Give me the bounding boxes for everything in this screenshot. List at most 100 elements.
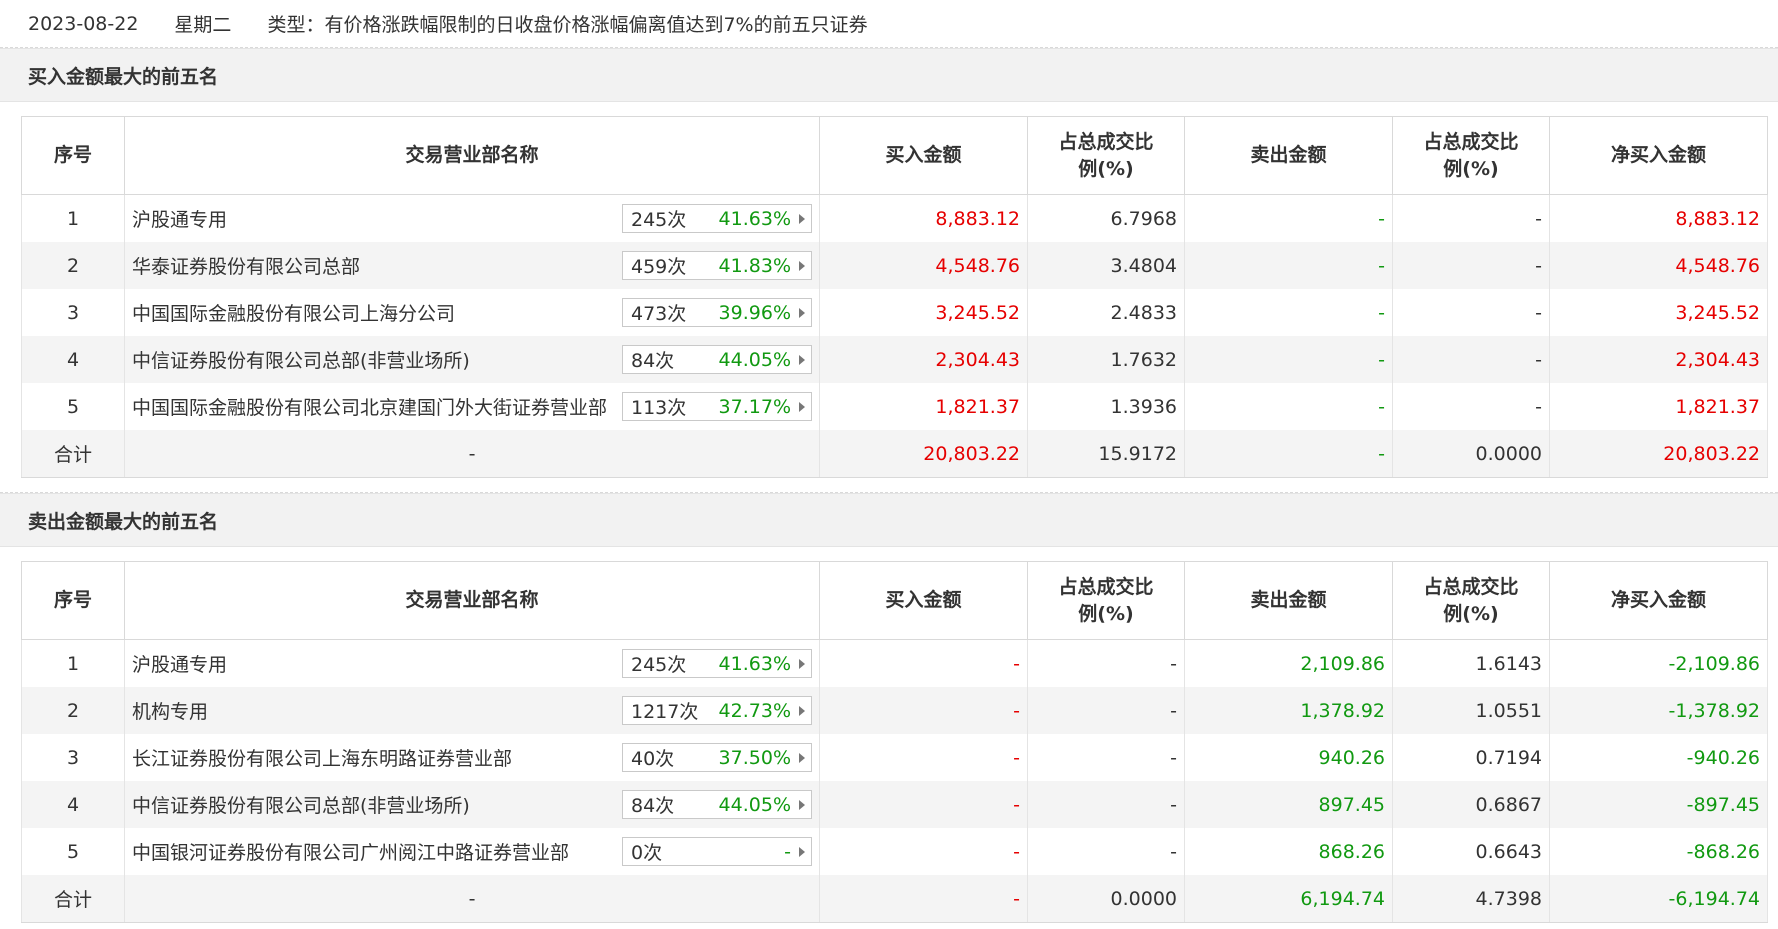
total-sell-cell: - (1184, 430, 1393, 478)
sell-ratio-cell: - (1392, 242, 1550, 289)
col-buy-pct: 占总成交比 例(%) (1027, 116, 1185, 195)
total-label-cell: 合计 (21, 875, 125, 923)
broker-name-wrap: 沪股通专用 245次 41.63% (132, 204, 812, 233)
table-row: 5 中国银河证券股份有限公司广州阅江中路证券营业部 0次 - - -868.26 0.664… (21, 828, 1768, 875)
net-amount-cell: 2,304.43 (1549, 336, 1768, 383)
sell-ratio-cell: 0.7194 (1392, 734, 1550, 781)
buy-ratio-cell: 2.4833 (1027, 289, 1185, 336)
broker-name-cell: 中信证券股份有限公司总部(非营业场所) 84次 44.05% (124, 781, 820, 828)
buy-ratio-cell: - (1027, 734, 1185, 781)
broker-name-wrap: 机构专用 1217次 42.73% (132, 696, 812, 725)
broker-stats-badge[interactable]: 459次 41.83% (622, 251, 812, 280)
buy-table-body: 1 沪股通专用 245次 41.63% 8,883.12 6.7968- -8,883.12… (21, 194, 1768, 478)
table-row: 3 长江证券股份有限公司上海东明路证券营业部 40次 37.50% - -940.26 0.… (21, 734, 1768, 781)
trade-weekday: 星期二 (174, 14, 232, 36)
net-amount-cell: -2,109.86 (1549, 639, 1768, 687)
listing-count: 1217次 (631, 701, 699, 723)
broker-name-link[interactable]: 沪股通专用 (132, 205, 227, 232)
broker-stats-badge[interactable]: 1217次 42.73% (622, 696, 812, 725)
broker-name-link[interactable]: 中信证券股份有限公司总部(非营业场所) (132, 791, 470, 818)
caret-right-icon (799, 799, 805, 810)
total-row: 合计 - -0.0000 6,194.74 4.7398 -6,194.74 (21, 875, 1768, 923)
total-sell-ratio-cell: 0.0000 (1392, 430, 1550, 478)
buy-amount-cell: - (819, 828, 1028, 875)
listing-count: 113次 (631, 397, 687, 419)
sell-table-body: 1 沪股通专用 245次 41.63% - -2,109.86 1.6143 -2,109.8… (21, 639, 1768, 923)
date-type-bar: 2023-08-22 星期二 类型：有价格涨跌幅限制的日收盘价格涨幅偏离值达到7… (0, 0, 1778, 48)
rank-cell: 4 (21, 781, 125, 828)
broker-stats-badge[interactable]: 113次 37.17% (622, 392, 812, 421)
broker-stats-badge[interactable]: 84次 44.05% (622, 790, 812, 819)
buy-ratio-cell: - (1027, 639, 1185, 687)
broker-name-cell: 中国国际金融股份有限公司北京建国门外大街证券营业部 113次 37.17% (124, 383, 820, 430)
caret-right-icon (799, 705, 805, 716)
broker-name-link[interactable]: 机构专用 (132, 697, 208, 724)
section-divider (0, 478, 1778, 493)
buy-ratio-cell: 1.7632 (1027, 336, 1185, 383)
col-rank: 序号 (21, 561, 125, 640)
broker-stats-badge[interactable]: 84次 44.05% (622, 345, 812, 374)
broker-name-link[interactable]: 中信证券股份有限公司总部(非营业场所) (132, 346, 470, 373)
caret-right-icon (799, 307, 805, 318)
sell-table-header: 序号 交易营业部名称 买入金额 占总成交比 例(%) 卖出金额 占总成交比 例(%)… (21, 561, 1768, 640)
total-label-cell: 合计 (21, 430, 125, 478)
broker-stats-badge[interactable]: 40次 37.50% (622, 743, 812, 772)
buy-ratio-cell: - (1027, 828, 1185, 875)
broker-name-link[interactable]: 华泰证券股份有限公司总部 (132, 252, 360, 279)
net-amount-cell: 1,821.37 (1549, 383, 1768, 430)
broker-name-wrap: 中国国际金融股份有限公司上海分公司 473次 39.96% (132, 298, 812, 327)
sell-amount-cell: 897.45 (1184, 781, 1393, 828)
net-amount-cell: 4,548.76 (1549, 242, 1768, 289)
broker-name-wrap: 中国国际金融股份有限公司北京建国门外大街证券营业部 113次 37.17% (132, 392, 812, 421)
caret-right-icon (799, 658, 805, 669)
col-sell: 卖出金额 (1184, 561, 1393, 640)
buy-section-gap (0, 102, 1778, 116)
broker-stats-badge[interactable]: 245次 41.63% (622, 649, 812, 678)
sell-ratio-cell: - (1392, 289, 1550, 336)
sell-amount-cell: - (1184, 242, 1393, 289)
sell-ratio-cell: 1.6143 (1392, 639, 1550, 687)
buy-ratio-cell: 6.7968 (1027, 194, 1185, 242)
sell-amount-cell: - (1184, 336, 1393, 383)
broker-name-cell: 长江证券股份有限公司上海东明路证券营业部 40次 37.50% (124, 734, 820, 781)
buy-ratio-cell: - (1027, 781, 1185, 828)
col-sell-pct: 占总成交比 例(%) (1392, 561, 1550, 640)
broker-stats-badge[interactable]: 0次 - (622, 837, 812, 866)
total-sell-ratio-cell: 4.7398 (1392, 875, 1550, 923)
col-rank: 序号 (21, 116, 125, 195)
caret-right-icon (799, 354, 805, 365)
broker-stats-badge[interactable]: 473次 39.96% (622, 298, 812, 327)
broker-name-link[interactable]: 中国国际金融股份有限公司北京建国门外大街证券营业部 (132, 393, 607, 420)
sell-ratio-cell: 1.0551 (1392, 687, 1550, 734)
sell-amount-cell: - (1184, 383, 1393, 430)
broker-stats-badge[interactable]: 245次 41.63% (622, 204, 812, 233)
total-net-cell: 20,803.22 (1549, 430, 1768, 478)
success-rate: 42.73% (718, 699, 791, 722)
net-amount-cell: 8,883.12 (1549, 194, 1768, 242)
buy-ratio-cell: - (1027, 687, 1185, 734)
trade-date: 2023-08-22 (28, 12, 139, 35)
broker-name-wrap: 长江证券股份有限公司上海东明路证券营业部 40次 37.50% (132, 743, 812, 772)
buy-amount-cell: - (819, 687, 1028, 734)
table-row: 1 沪股通专用 245次 41.63% 8,883.12 6.7968- -8,883.12 (21, 194, 1768, 242)
col-net: 净买入金额 (1549, 116, 1768, 195)
listing-count: 0次 (631, 842, 663, 864)
sell-amount-cell: - (1184, 194, 1393, 242)
broker-name-link[interactable]: 长江证券股份有限公司上海东明路证券营业部 (132, 744, 512, 771)
listing-count: 245次 (631, 654, 687, 676)
caret-right-icon (799, 213, 805, 224)
buy-amount-cell: 1,821.37 (819, 383, 1028, 430)
col-name: 交易营业部名称 (124, 561, 820, 640)
buy-amount-cell: - (819, 734, 1028, 781)
sell-section-gap (0, 547, 1778, 561)
success-rate: 44.05% (718, 793, 791, 816)
listing-count: 459次 (631, 256, 687, 278)
broker-name-cell: 中国银河证券股份有限公司广州阅江中路证券营业部 0次 - (124, 828, 820, 875)
buy-amount-cell: - (819, 781, 1028, 828)
net-amount-cell: -868.26 (1549, 828, 1768, 875)
broker-name-link[interactable]: 沪股通专用 (132, 650, 227, 677)
caret-right-icon (799, 752, 805, 763)
sell-ratio-cell: - (1392, 383, 1550, 430)
broker-name-link[interactable]: 中国银河证券股份有限公司广州阅江中路证券营业部 (132, 838, 569, 865)
broker-name-link[interactable]: 中国国际金融股份有限公司上海分公司 (132, 299, 455, 326)
